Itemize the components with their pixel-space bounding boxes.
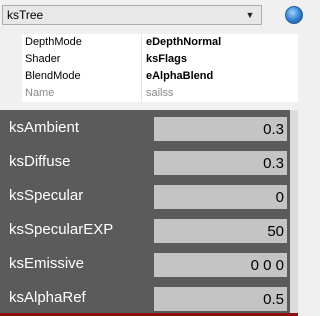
property-row-blendmode[interactable]: BlendMode eAlphaBlend: [0, 68, 298, 85]
property-name: BlendMode: [25, 70, 81, 82]
property-name: DepthMode: [25, 36, 82, 48]
property-separator: [141, 85, 142, 102]
field-label: ksSpecularEXP: [9, 221, 114, 238]
property-row-shader[interactable]: Shader ksFlags: [0, 51, 298, 68]
field-label: ksAmbient: [9, 119, 80, 136]
property-gutter: [0, 85, 22, 102]
property-name: Name: [25, 87, 55, 99]
property-row-depthmode[interactable]: DepthMode eDepthNormal: [0, 34, 298, 51]
property-gutter: [0, 34, 22, 51]
ksspecular-input[interactable]: [154, 185, 287, 209]
property-value[interactable]: eDepthNormal: [146, 36, 221, 48]
field-ksspecular: ksSpecular: [0, 180, 290, 214]
globe-icon[interactable]: [285, 6, 303, 24]
property-row-name: Name sailss: [0, 85, 298, 102]
property-value: sailss: [146, 87, 174, 99]
ksalpharef-input[interactable]: [154, 287, 287, 311]
toolbar: ksTree ▼: [0, 0, 303, 30]
ksspecularexp-input[interactable]: [154, 219, 287, 243]
property-gutter: [0, 68, 22, 85]
field-ksalpharef: ksAlphaRef: [0, 282, 290, 316]
field-ksdiffuse: ksDiffuse: [0, 146, 290, 180]
field-ksambient: ksAmbient: [0, 112, 290, 146]
property-gutter: [0, 51, 22, 68]
property-separator: [141, 68, 142, 85]
field-label: ksEmissive: [9, 255, 85, 272]
object-combo-value: ksTree: [7, 8, 44, 22]
property-grid: DepthMode eDepthNormal Shader ksFlags Bl…: [0, 34, 298, 102]
property-name: Shader: [25, 53, 61, 65]
ksdiffuse-input[interactable]: [154, 151, 287, 175]
field-label: ksSpecular: [9, 187, 84, 204]
ksemissive-input[interactable]: [154, 253, 287, 277]
property-separator: [141, 34, 142, 51]
ksambient-input[interactable]: [154, 117, 287, 141]
property-separator: [141, 51, 142, 68]
chevron-down-icon[interactable]: ▼: [243, 9, 257, 21]
field-ksspecularexp: ksSpecularEXP: [0, 214, 290, 248]
property-value[interactable]: eAlphaBlend: [146, 70, 213, 82]
scrollbar[interactable]: [290, 110, 298, 316]
section-divider: [0, 102, 298, 110]
field-ksemissive: ksEmissive: [0, 248, 290, 282]
property-value[interactable]: ksFlags: [146, 53, 187, 65]
shader-params-panel: ksAmbient ksDiffuse ksSpecular ksSpecula…: [0, 110, 290, 316]
object-combo[interactable]: ksTree ▼: [2, 5, 262, 25]
field-label: ksDiffuse: [9, 153, 71, 170]
field-label: ksAlphaRef: [9, 289, 86, 306]
